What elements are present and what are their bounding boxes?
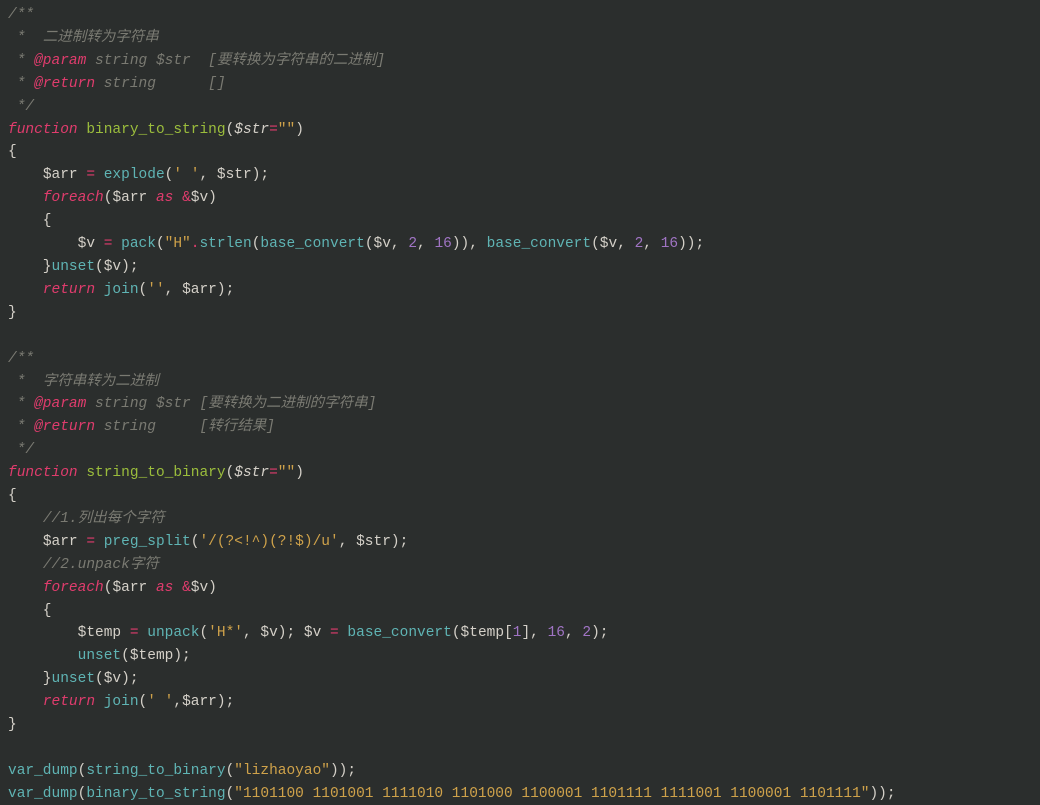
docblock-close: */	[8, 99, 34, 115]
docblock-close: */	[8, 442, 34, 458]
code-line: return join(' ',$arr);	[8, 694, 234, 710]
code-line: return join('', $arr);	[8, 282, 234, 298]
docblock-line: * 二进制转为字符串	[8, 30, 159, 46]
brace: {	[8, 488, 17, 504]
function-def: function string_to_binary($str="")	[8, 465, 304, 481]
code-line: $arr = explode(' ', $str);	[8, 167, 269, 183]
brace: }	[8, 305, 17, 321]
brace: {	[8, 144, 17, 160]
docblock-open: /**	[8, 351, 34, 367]
code-line: }unset($v);	[8, 671, 139, 687]
code-line: unset($temp);	[8, 648, 191, 664]
brace: {	[8, 213, 52, 229]
brace: {	[8, 603, 52, 619]
docblock-line: * @param string $str [要转换为二进制的字符串]	[8, 396, 376, 412]
docblock-open: /**	[8, 7, 34, 23]
code-line: $temp = unpack('H*', $v); $v = base_conv…	[8, 625, 609, 641]
function-def: function binary_to_string($str="")	[8, 122, 304, 138]
code-line: foreach($arr as &$v)	[8, 190, 217, 206]
code-line: foreach($arr as &$v)	[8, 580, 217, 596]
code-line: $arr = preg_split('/(?<!^)(?!$)/u', $str…	[8, 534, 408, 550]
code-line: var_dump(string_to_binary("lizhaoyao"));	[8, 763, 356, 779]
comment-line: //1.列出每个字符	[8, 511, 165, 527]
brace: }	[8, 717, 17, 733]
code-line: var_dump(binary_to_string("1101100 11010…	[8, 786, 896, 802]
docblock-line: * 字符串转为二进制	[8, 374, 159, 390]
docblock-line: * @param string $str [要转换为字符串的二进制]	[8, 53, 385, 69]
docblock-line: * @return string []	[8, 76, 226, 92]
php-code-block[interactable]: /** * 二进制转为字符串 * @param string $str [要转换…	[0, 0, 1040, 805]
code-line: $v = pack("H".strlen(base_convert($v, 2,…	[8, 236, 704, 252]
code-line: }unset($v);	[8, 259, 139, 275]
comment-line: //2.unpack字符	[8, 557, 159, 573]
docblock-line: * @return string [转行结果]	[8, 419, 275, 435]
